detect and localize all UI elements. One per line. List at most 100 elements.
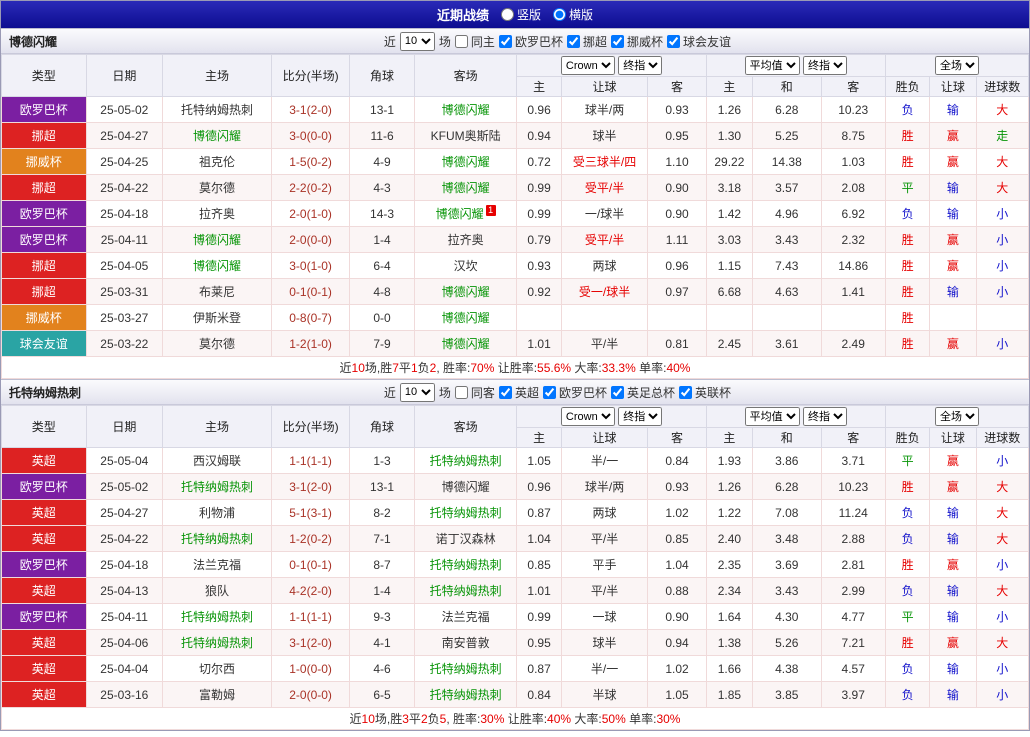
league-filter-checkbox[interactable]: 英足总杯 — [610, 384, 675, 401]
avg-away-odds: 1.41 — [820, 278, 886, 305]
summary-segment: 近 — [349, 712, 362, 726]
avg-stage-select[interactable]: 终指 — [803, 407, 848, 426]
avg-away-odds: 4.77 — [820, 603, 886, 630]
handicap-away-odds: 1.02 — [647, 499, 707, 526]
avg-home-odds: 3.18 — [705, 174, 754, 201]
handicap-result-flag: 赢 — [929, 148, 977, 175]
match-date: 25-03-16 — [85, 681, 164, 708]
handicap-result-flag: 输 — [929, 655, 977, 682]
handicap-home-odds: 0.94 — [516, 122, 562, 149]
match-score: 3-1(2-0) — [270, 473, 351, 500]
summary-segment: , 胜率: — [446, 712, 481, 726]
match-score: 0-8(0-7) — [270, 304, 351, 331]
league-filter-checkbox[interactable]: 欧罗巴杯 — [542, 384, 607, 401]
odds-source-select[interactable]: Crown — [560, 56, 615, 75]
match-date: 25-04-05 — [85, 252, 164, 279]
league-filter-checkbox[interactable]: 挪威杯 — [610, 33, 663, 50]
layout-radio-horizontal[interactable]: 横版 — [553, 6, 593, 23]
away-team: KFUM奥斯陆 — [413, 122, 518, 149]
league-badge: 欧罗巴杯 — [1, 96, 87, 123]
col-avg-home: 主 — [705, 427, 754, 448]
avg-source-select[interactable]: 平均值 — [744, 56, 800, 75]
col-date: 日期 — [85, 405, 164, 448]
corner-score: 13-1 — [349, 96, 415, 123]
handicap-home-odds: 0.93 — [516, 252, 562, 279]
corner-score: 7-1 — [349, 525, 415, 552]
result-flag: 负 — [884, 96, 931, 123]
same-venue-checkbox-input[interactable] — [454, 34, 468, 48]
league-checkbox-input[interactable] — [610, 385, 624, 399]
handicap-result-flag: 赢 — [929, 330, 977, 357]
away-team: 博德闪耀 — [413, 330, 518, 357]
home-team: 切尔西 — [162, 655, 272, 682]
match-score: 3-0(1-0) — [270, 252, 351, 279]
layout-radio-vertical[interactable]: 竖版 — [500, 6, 541, 23]
avg-home-odds: 1.26 — [705, 96, 754, 123]
avg-away-odds: 3.71 — [820, 447, 886, 474]
avg-home-odds: 1.64 — [705, 603, 754, 630]
horizontal-radio-input[interactable] — [553, 8, 566, 21]
same-venue-checkbox-input[interactable] — [454, 385, 468, 399]
match-row: 英超 25-04-13 狼队 4-2(2-0) 1-4 托特纳姆热刺 1.01 … — [1, 577, 1030, 604]
league-filter-checkbox[interactable]: 英联杯 — [678, 384, 731, 401]
result-flag: 胜 — [884, 278, 931, 305]
handicap-line: 平/半 — [560, 330, 649, 357]
league-checkbox-input[interactable] — [498, 34, 512, 48]
average-group-header: 平均值 终指 — [705, 54, 886, 77]
same-venue-checkbox[interactable]: 同客 — [454, 384, 495, 401]
handicap-result-flag: 输 — [929, 603, 977, 630]
vertical-radio-input[interactable] — [500, 8, 514, 21]
avg-away-odds: 7.21 — [820, 629, 886, 656]
games-count-select[interactable]: 10 — [399, 31, 435, 51]
scope-select[interactable]: 全场 — [934, 56, 979, 75]
league-checkbox-input[interactable] — [566, 34, 580, 48]
corner-score: 4-9 — [349, 148, 415, 175]
league-checkbox-input[interactable] — [678, 385, 692, 399]
filter-controls: 近 10 场 同客 英超 欧罗巴杯 英足总杯 英联杯 — [384, 382, 731, 402]
league-filter-checkbox[interactable]: 欧罗巴杯 — [498, 33, 563, 50]
away-team: 博德闪耀 — [413, 96, 518, 123]
home-team: 莫尔德 — [162, 174, 272, 201]
odds-stage-select[interactable]: 终指 — [618, 407, 663, 426]
avg-home-odds: 2.34 — [705, 577, 754, 604]
odds-source-select[interactable]: Crown — [560, 407, 615, 426]
col-handicap-result: 让球 — [929, 427, 977, 448]
col-type: 类型 — [1, 405, 87, 448]
avg-source-select[interactable]: 平均值 — [744, 407, 800, 426]
handicap-result-flag: 赢 — [929, 629, 977, 656]
avg-draw-odds: 6.28 — [752, 96, 822, 123]
avg-draw-odds: 4.30 — [752, 603, 822, 630]
games-count-select[interactable]: 10 — [399, 382, 435, 402]
away-team: 南安普敦 — [413, 629, 518, 656]
match-row: 英超 25-04-04 切尔西 1-0(0-0) 4-6 托特纳姆热刺 0.87… — [1, 655, 1030, 682]
scope-select[interactable]: 全场 — [934, 407, 979, 426]
league-checkbox-input[interactable] — [610, 34, 624, 48]
avg-away-odds — [820, 304, 886, 331]
handicap-home-odds: 1.01 — [516, 330, 562, 357]
league-checkbox-input[interactable] — [498, 385, 512, 399]
summary-segment: 10 — [351, 361, 365, 375]
handicap-line: 两球 — [560, 252, 649, 279]
league-checkbox-input[interactable] — [542, 385, 556, 399]
col-avg-away: 客 — [820, 427, 886, 448]
result-flag: 平 — [884, 603, 931, 630]
league-badge: 挪超 — [1, 278, 87, 305]
avg-stage-select[interactable]: 终指 — [803, 56, 848, 75]
away-team: 托特纳姆热刺 — [413, 655, 518, 682]
home-team: 托特纳姆热刺 — [162, 96, 272, 123]
same-venue-checkbox[interactable]: 同主 — [454, 33, 495, 50]
league-checkbox-input[interactable] — [666, 34, 680, 48]
corner-score: 8-2 — [349, 499, 415, 526]
handicap-line: 平/半 — [560, 577, 649, 604]
league-filter-checkbox[interactable]: 英超 — [498, 384, 539, 401]
match-date: 25-04-04 — [85, 655, 164, 682]
match-row: 英超 25-04-27 利物浦 5-1(3-1) 8-2 托特纳姆热刺 0.87… — [1, 499, 1030, 526]
summary-cell: 近10场,胜3平2负5, 胜率:30% 让胜率:40% 大率:50% 单率:30… — [1, 707, 1029, 730]
league-filter-checkbox[interactable]: 挪超 — [566, 33, 607, 50]
summary-row: 近10场,胜3平2负5, 胜率:30% 让胜率:40% 大率:50% 单率:30… — [1, 707, 1029, 730]
handicap-home-odds: 1.05 — [516, 447, 562, 474]
avg-draw-odds: 4.38 — [752, 655, 822, 682]
odds-stage-select[interactable]: 终指 — [618, 56, 663, 75]
league-filter-checkbox[interactable]: 球会友谊 — [666, 33, 731, 50]
away-team: 博德闪耀 1 — [413, 200, 518, 227]
